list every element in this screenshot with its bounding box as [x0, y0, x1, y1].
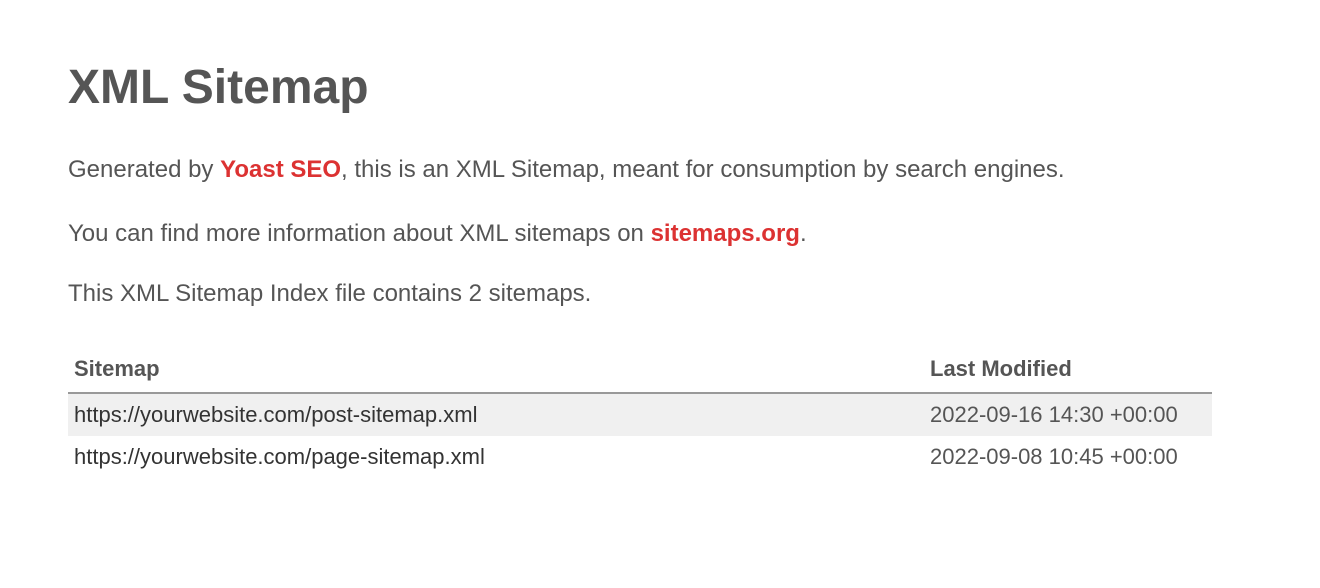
table-row: https://yourwebsite.com/post-sitemap.xml…	[68, 393, 1212, 436]
sitemap-link[interactable]: https://yourwebsite.com/page-sitemap.xml	[74, 444, 485, 469]
modified-date: 2022-09-08 10:45 +00:00	[924, 436, 1212, 478]
col-header-sitemap: Sitemap	[68, 348, 924, 393]
intro-text: .	[800, 220, 807, 247]
intro-text: , this is an XML Sitemap, meant for cons…	[341, 156, 1064, 183]
yoast-seo-link[interactable]: Yoast SEO	[220, 156, 341, 183]
col-header-modified: Last Modified	[924, 348, 1212, 393]
intro-line-1: Generated by Yoast SEO, this is an XML S…	[68, 153, 1252, 187]
sitemap-table: Sitemap Last Modified https://yourwebsit…	[68, 348, 1212, 478]
sitemap-link[interactable]: https://yourwebsite.com/post-sitemap.xml	[74, 402, 477, 427]
modified-date: 2022-09-16 14:30 +00:00	[924, 393, 1212, 436]
sitemap-count: This XML Sitemap Index file contains 2 s…	[68, 280, 1252, 308]
table-row: https://yourwebsite.com/page-sitemap.xml…	[68, 436, 1212, 478]
intro-line-2: You can find more information about XML …	[68, 217, 1252, 251]
sitemaps-org-link[interactable]: sitemaps.org	[651, 220, 800, 247]
page-title: XML Sitemap	[68, 60, 1252, 115]
intro-block: Generated by Yoast SEO, this is an XML S…	[68, 153, 1252, 250]
intro-text: You can find more information about XML …	[68, 220, 651, 247]
intro-text: Generated by	[68, 156, 220, 183]
